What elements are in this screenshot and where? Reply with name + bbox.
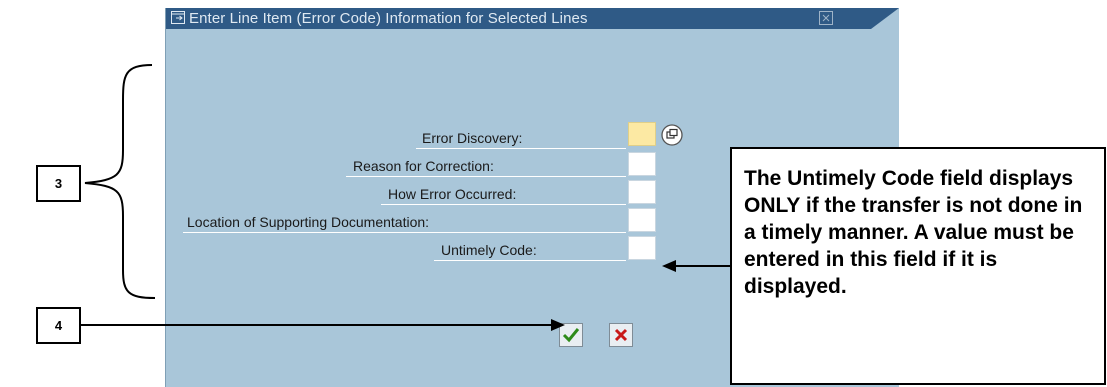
untimely-code-callout: The Untimely Code field displays ONLY if… [730,147,1106,385]
callout-arrowhead [662,260,676,272]
step4-arrowhead [551,319,565,331]
step-3-label: 3 [36,165,81,202]
step-4-label: 4 [36,307,81,344]
left-brace [84,64,156,299]
